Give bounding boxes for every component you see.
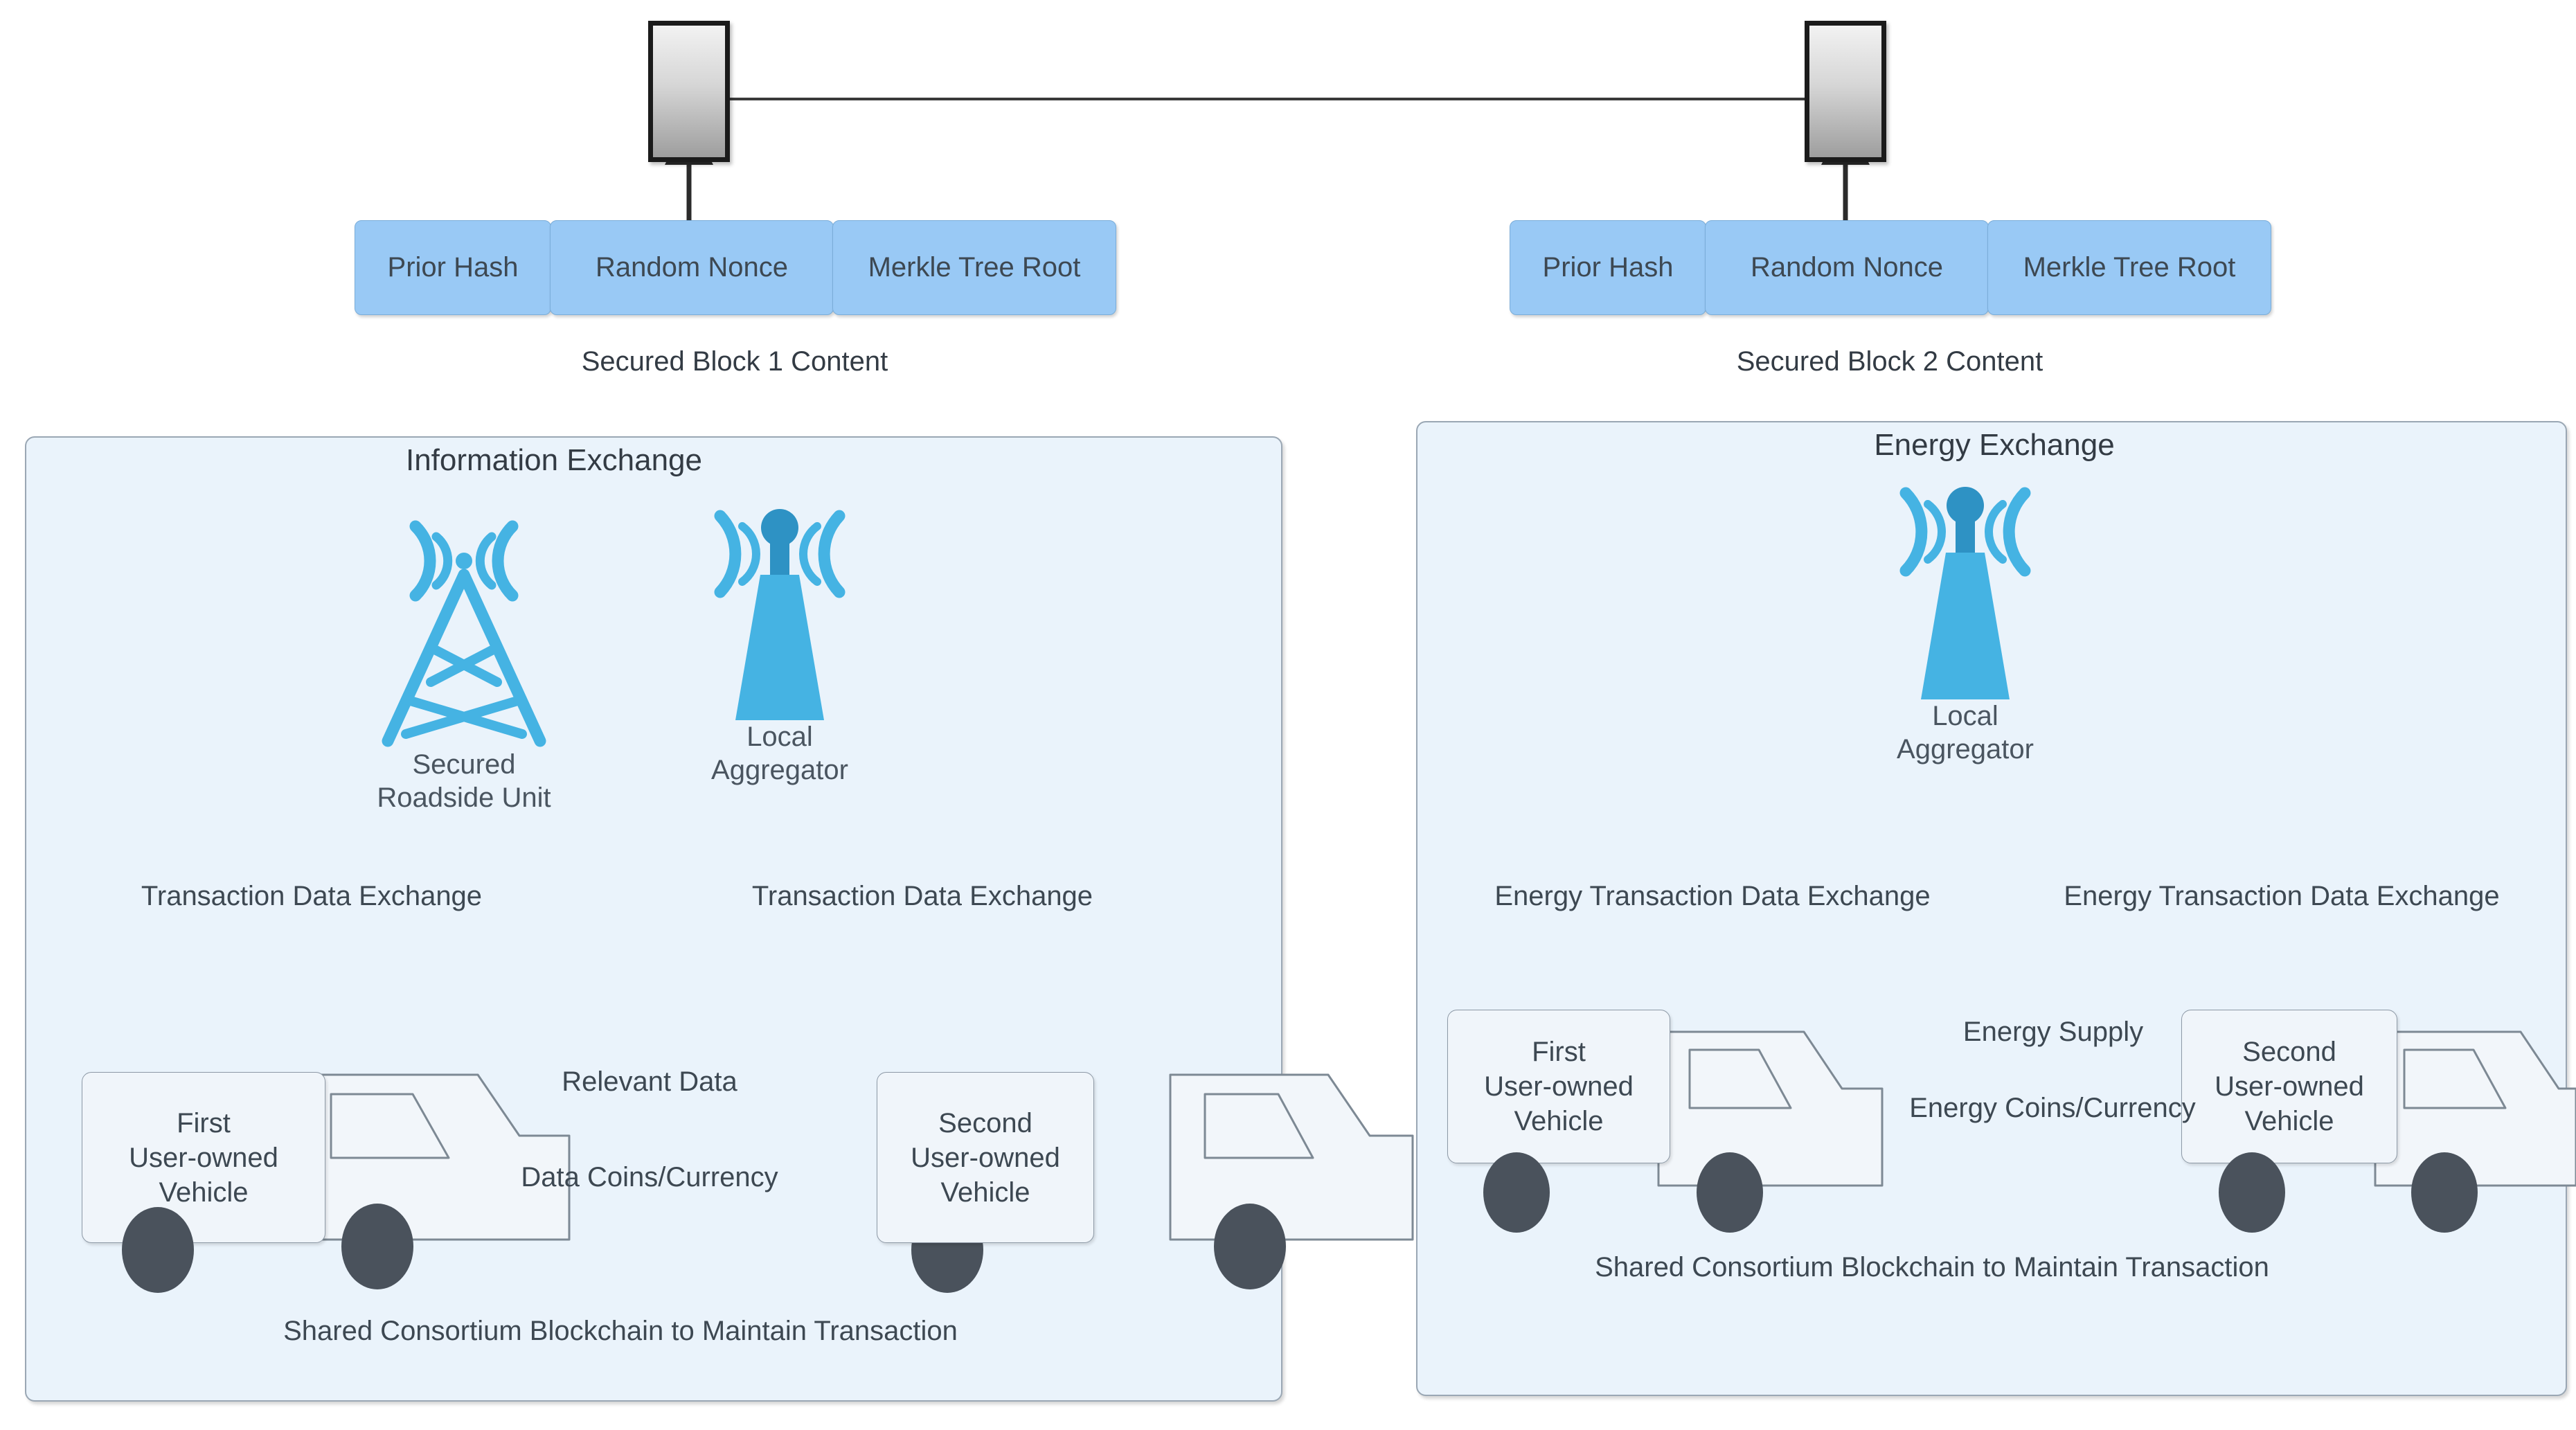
wheel-icon xyxy=(1483,1152,1550,1233)
edge-label-energy-coins: Energy Coins/Currency xyxy=(1909,1093,2196,1123)
edge-label-consortium-right: Shared Consortium Blockchain to Maintain… xyxy=(1595,1252,2269,1282)
wheel-icon xyxy=(2219,1152,2285,1233)
diagram-canvas: Prior Hash Random Nonce Merkle Tree Root… xyxy=(0,0,2576,1430)
edge-label-energy-supply: Energy Supply xyxy=(1962,1017,2144,1047)
wheel-overlay-right xyxy=(1483,1152,2285,1233)
